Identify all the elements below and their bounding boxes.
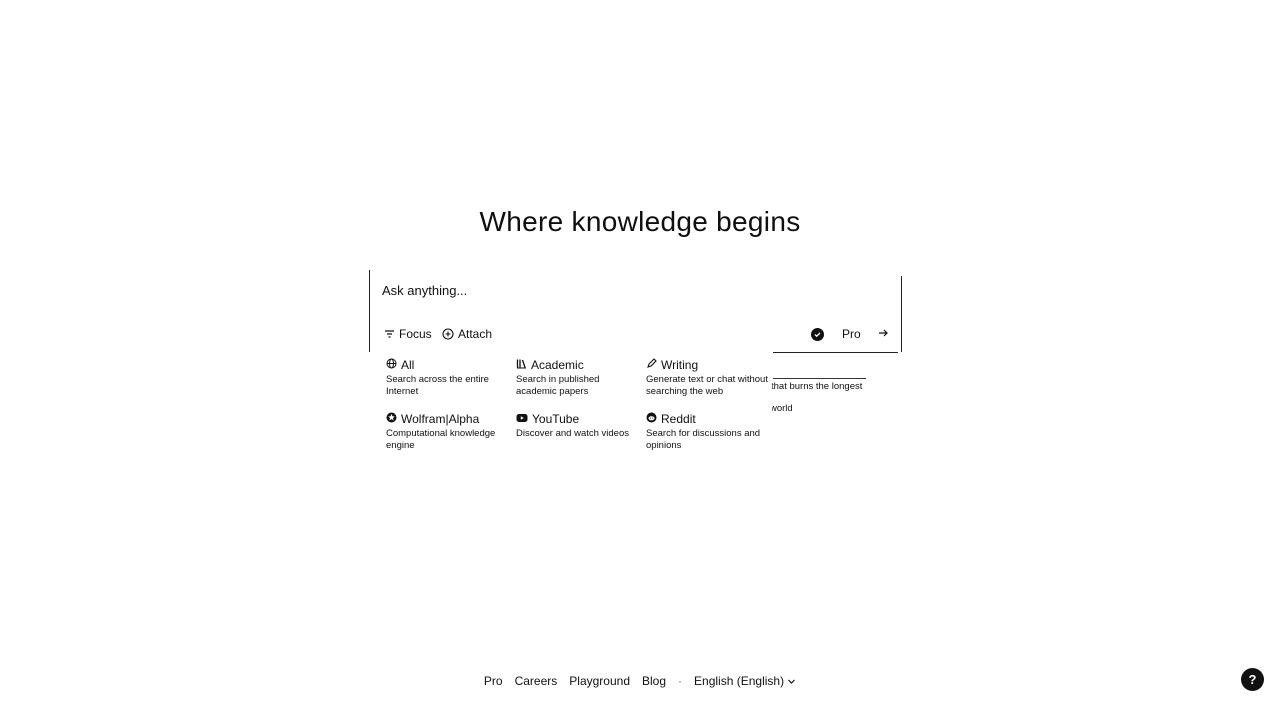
focus-option-all[interactable]: All Search across the entire Internet — [386, 358, 508, 398]
focus-menu: All Search across the entire Internet Ac… — [378, 352, 772, 460]
plus-circle-icon — [442, 328, 454, 340]
focus-option-description: Search for discussions and opinions — [646, 428, 761, 451]
attach-button[interactable]: Attach — [442, 327, 492, 341]
suggestion-item[interactable]: world — [770, 403, 793, 414]
pen-icon — [646, 358, 657, 372]
footer: Pro Careers Playground Blog · English (E… — [0, 674, 1280, 688]
attach-label: Attach — [458, 327, 493, 341]
filter-icon — [384, 329, 395, 339]
focus-option-description: Computational knowledge engine — [386, 428, 496, 451]
language-selector[interactable]: English (English) — [694, 674, 796, 688]
page-headline: Where knowledge begins — [479, 206, 801, 237]
search-box-bottom-border — [773, 352, 898, 353]
wolfram-icon — [386, 412, 397, 426]
pro-toggle[interactable] — [811, 328, 824, 341]
focus-button[interactable]: Focus — [384, 327, 432, 341]
footer-link-playground[interactable]: Playground — [569, 674, 630, 688]
focus-option-description: Search in published academic papers — [516, 374, 600, 397]
focus-option-label: Reddit — [661, 412, 696, 426]
focus-option-wolfram[interactable]: Wolfram|Alpha Computational knowledge en… — [386, 412, 508, 452]
help-button[interactable]: ? — [1241, 668, 1264, 691]
footer-separator: · — [678, 674, 683, 688]
focus-option-label: Academic — [531, 358, 584, 372]
globe-icon — [386, 358, 397, 372]
check-icon — [814, 332, 821, 338]
focus-option-writing[interactable]: Writing Generate text or chat without se… — [646, 358, 768, 398]
focus-option-academic[interactable]: Academic Search in published academic pa… — [516, 358, 638, 398]
focus-option-label: Writing — [661, 358, 699, 372]
search-input[interactable] — [382, 280, 802, 300]
focus-option-youtube[interactable]: YouTube Discover and watch videos — [516, 412, 638, 440]
focus-option-description: Generate text or chat without searching … — [646, 374, 768, 397]
chevron-down-icon — [788, 679, 796, 684]
language-label: English (English) — [694, 674, 785, 688]
footer-link-pro[interactable]: Pro — [484, 674, 503, 688]
focus-option-description: Search across the entire Internet — [386, 374, 489, 397]
arrow-right-icon — [879, 329, 888, 337]
focus-option-label: Wolfram|Alpha — [401, 412, 480, 426]
youtube-icon — [516, 412, 528, 426]
footer-link-careers[interactable]: Careers — [515, 674, 558, 688]
books-icon — [516, 358, 527, 372]
focus-option-description: Discover and watch videos — [516, 428, 629, 439]
suggestion-item[interactable]: that burns the longest — [771, 381, 862, 392]
question-icon: ? — [1248, 672, 1257, 687]
pro-label: Pro — [842, 327, 861, 341]
focus-label: Focus — [399, 327, 432, 341]
suggestion-divider — [773, 378, 866, 379]
focus-option-label: YouTube — [532, 412, 580, 426]
reddit-icon — [646, 412, 657, 426]
focus-option-label: All — [401, 358, 415, 372]
footer-link-blog[interactable]: Blog — [642, 674, 666, 688]
submit-button[interactable] — [877, 327, 889, 342]
search-box[interactable]: Focus Attach Pro — [369, 270, 902, 352]
focus-option-reddit[interactable]: Reddit Search for discussions and opinio… — [646, 412, 768, 452]
